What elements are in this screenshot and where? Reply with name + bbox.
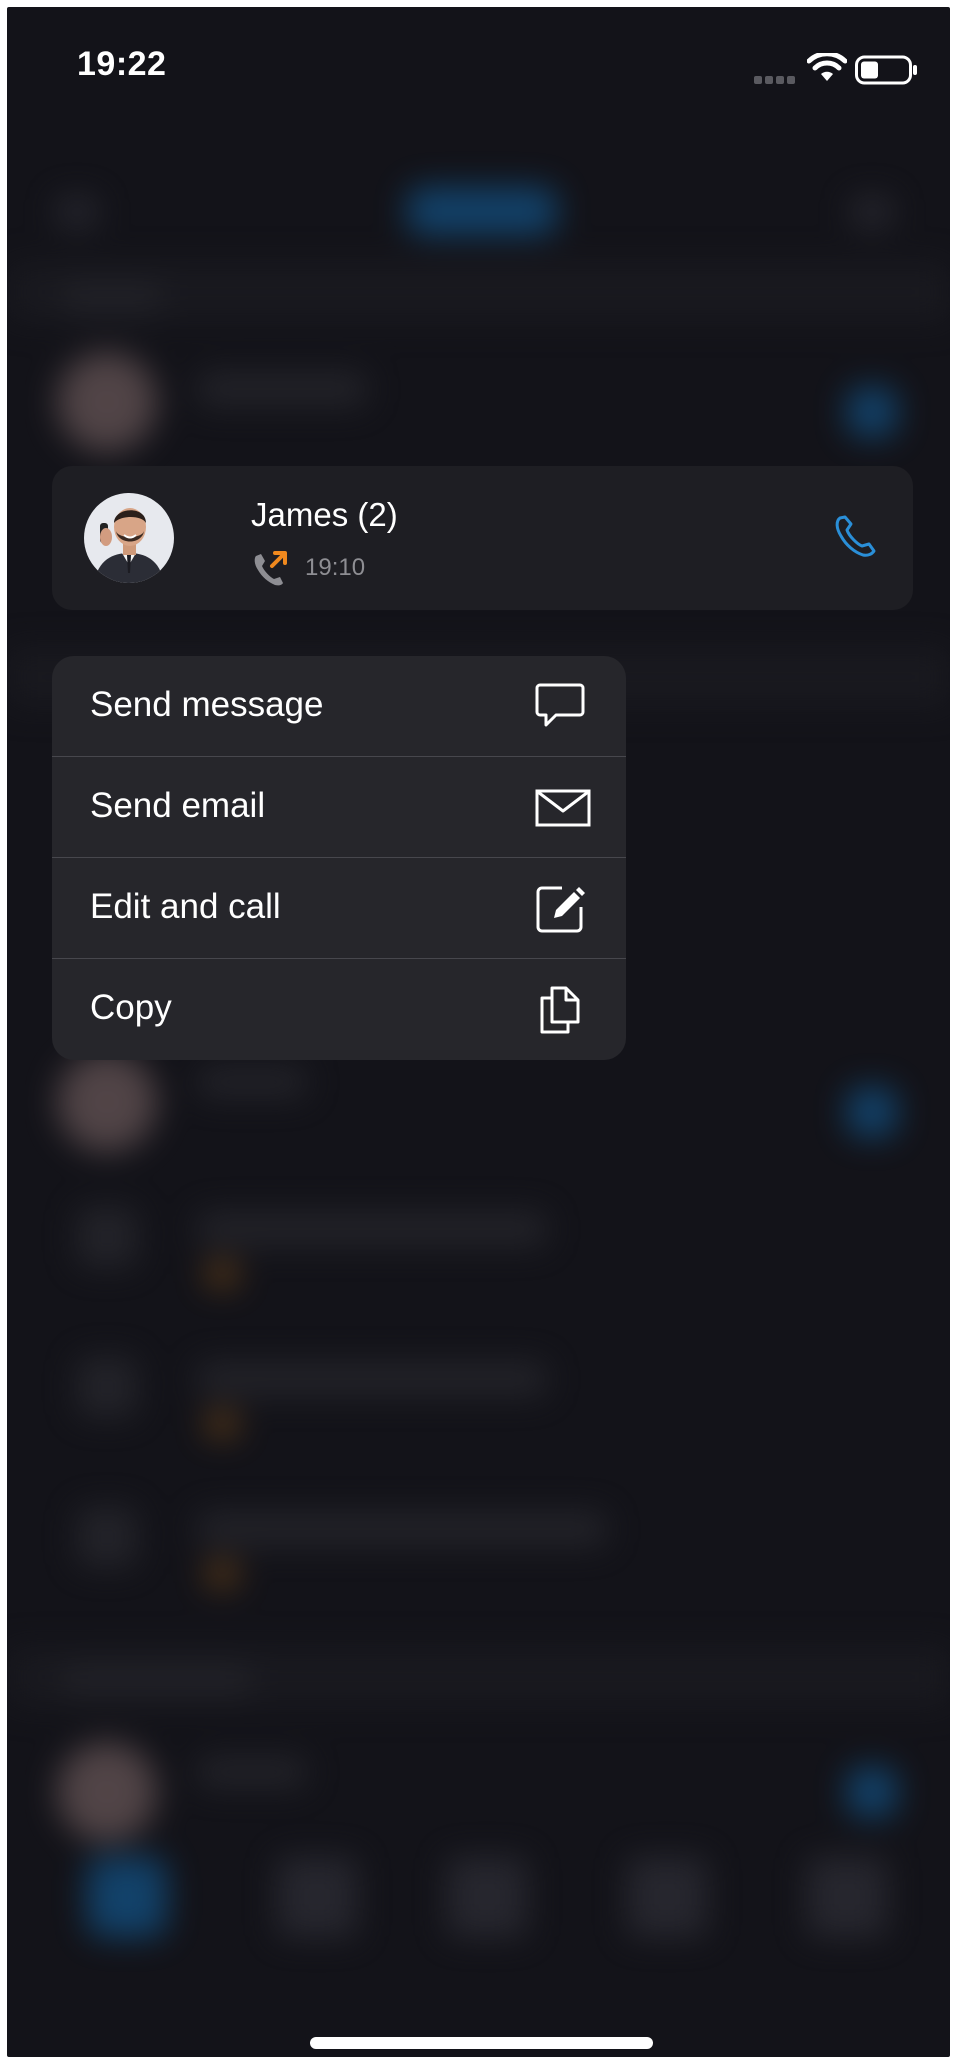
menu-item-edit-and-call[interactable]: Edit and call xyxy=(52,858,626,958)
home-indicator[interactable] xyxy=(310,2037,653,2049)
phone-icon[interactable] xyxy=(832,513,878,564)
status-bar: 19:22 xyxy=(7,7,950,127)
menu-item-label: Edit and call xyxy=(90,887,281,926)
phone-screen: 19:22 James (2) 19:10 Send message Send … xyxy=(7,7,950,2057)
avatar xyxy=(84,493,174,583)
battery-icon xyxy=(855,55,919,90)
menu-item-label: Copy xyxy=(90,988,172,1027)
menu-item-label: Send email xyxy=(90,786,266,825)
signal-icon xyxy=(754,72,798,90)
wifi-icon xyxy=(806,51,848,88)
contact-name: James (2) xyxy=(251,496,398,533)
menu-item-copy[interactable]: Copy xyxy=(52,959,626,1059)
menu-item-send-message[interactable]: Send message xyxy=(52,656,626,756)
menu-item-send-email[interactable]: Send email xyxy=(52,757,626,857)
status-time: 19:22 xyxy=(77,45,167,83)
copy-icon xyxy=(534,984,586,1041)
outgoing-call-icon xyxy=(250,550,290,593)
edit-icon xyxy=(534,883,586,940)
context-menu: Send message Send email Edit and call Co… xyxy=(52,656,626,1060)
contact-card[interactable]: James (2) 19:10 xyxy=(52,466,913,610)
menu-item-label: Send message xyxy=(90,685,324,724)
message-icon xyxy=(534,681,586,736)
email-icon xyxy=(534,782,594,837)
call-time: 19:10 xyxy=(305,554,366,581)
